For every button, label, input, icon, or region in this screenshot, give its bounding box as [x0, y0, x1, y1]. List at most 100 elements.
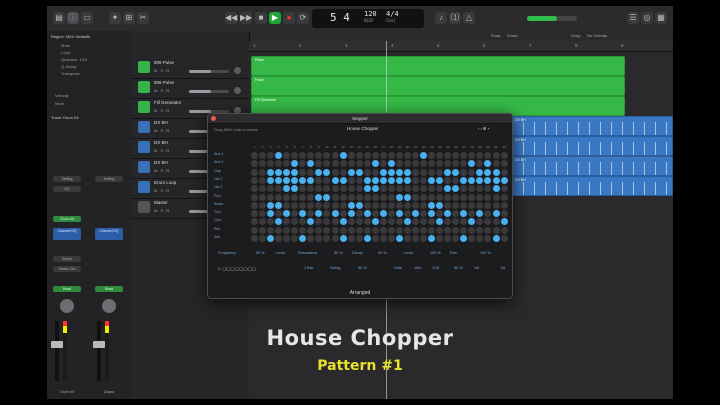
step-cell[interactable] — [339, 176, 347, 184]
step-cell[interactable] — [468, 185, 476, 193]
step-cell[interactable] — [371, 226, 379, 234]
notes-icon[interactable]: ☰ — [627, 12, 639, 24]
pattern-name[interactable]: House Chopper — [347, 126, 379, 131]
step-cell[interactable] — [412, 226, 419, 234]
step-param[interactable]: Decay — [352, 251, 363, 255]
play-button[interactable]: ▶ — [269, 12, 281, 24]
step-cell[interactable] — [436, 160, 444, 168]
step-grid[interactable]: 1 2 3 4 5 6 7 8 9 10 11 12 13 14 15 16 17 18 19 20 21 22 23 24 2… — [211, 145, 508, 244]
step-cell[interactable] — [484, 185, 492, 193]
step-cell[interactable] — [420, 226, 428, 234]
step-cell[interactable] — [323, 210, 331, 218]
step-cell[interactable] — [387, 218, 395, 226]
step-cell[interactable] — [347, 235, 355, 242]
step-cell[interactable] — [452, 235, 460, 242]
step-cell[interactable] — [395, 176, 403, 184]
step-cell[interactable] — [307, 235, 315, 242]
step-cell[interactable] — [307, 152, 315, 159]
step-cell[interactable] — [251, 201, 258, 209]
step-cell[interactable] — [412, 160, 419, 168]
step-cell[interactable] — [468, 218, 476, 226]
step-cell[interactable] — [251, 160, 258, 168]
step-param[interactable]: 50 % — [256, 251, 265, 255]
step-cell[interactable] — [420, 160, 428, 168]
step-cell[interactable] — [315, 193, 323, 201]
step-cell[interactable] — [492, 218, 500, 226]
step-cell[interactable] — [299, 226, 307, 234]
step-cell[interactable] — [412, 210, 419, 218]
step-cell[interactable] — [492, 168, 500, 176]
step-cell[interactable] — [387, 201, 395, 209]
step-cell[interactable] — [315, 160, 323, 168]
mute-solo-buttons[interactable]: M S R — [154, 88, 170, 93]
step-cell[interactable] — [315, 235, 323, 242]
step-cell[interactable] — [500, 226, 508, 234]
step-cell[interactable] — [347, 210, 355, 218]
step-cell[interactable] — [395, 210, 403, 218]
step-cell[interactable] — [379, 210, 387, 218]
step-cell[interactable] — [460, 218, 468, 226]
step-param[interactable]: 100 % — [430, 251, 441, 255]
step-cell[interactable] — [363, 185, 371, 193]
step-cell[interactable] — [420, 185, 428, 193]
step-cell[interactable] — [267, 160, 275, 168]
step-cell[interactable] — [283, 193, 291, 201]
step-cell[interactable] — [484, 201, 492, 209]
step-row-label[interactable]: Kick 1 — [214, 152, 244, 156]
step-cell[interactable] — [267, 185, 275, 193]
step-cell[interactable] — [420, 176, 428, 184]
step-cell[interactable] — [275, 210, 283, 218]
ruler[interactable]: 1 2 3 4 5 6 7 8 9 — [249, 41, 673, 52]
step-cell[interactable] — [283, 160, 291, 168]
editor-icon[interactable]: ✂ — [137, 12, 149, 24]
step-cell[interactable] — [347, 218, 355, 226]
step-cell[interactable] — [331, 152, 339, 159]
step-cell[interactable] — [363, 176, 371, 184]
step-cell[interactable] — [387, 226, 395, 234]
step-cell[interactable] — [420, 201, 428, 209]
step-cell[interactable] — [476, 185, 484, 193]
step-row-label[interactable]: Tom — [214, 210, 244, 214]
step-cell[interactable] — [331, 201, 339, 209]
step-cell[interactable] — [371, 176, 379, 184]
pattern-param[interactable]: 50 % — [454, 266, 463, 270]
step-cell[interactable] — [468, 176, 476, 184]
step-cell[interactable] — [323, 176, 331, 184]
step-cell[interactable] — [283, 176, 291, 184]
step-cell[interactable] — [323, 226, 331, 234]
pattern-param[interactable]: 1/8 — [500, 266, 505, 270]
step-cell[interactable] — [379, 160, 387, 168]
step-cell[interactable] — [452, 185, 460, 193]
step-cell[interactable] — [468, 201, 476, 209]
step-cell[interactable] — [251, 185, 258, 193]
step-cell[interactable] — [339, 152, 347, 159]
step-cell[interactable] — [395, 226, 403, 234]
step-cell[interactable] — [420, 218, 428, 226]
step-cell[interactable] — [403, 152, 411, 159]
step-cell[interactable] — [436, 218, 444, 226]
mute-solo-buttons[interactable]: M S R — [154, 208, 170, 213]
step-cell[interactable] — [299, 176, 307, 184]
step-cell[interactable] — [307, 218, 315, 226]
step-cell[interactable] — [355, 185, 363, 193]
step-cell[interactable] — [395, 201, 403, 209]
step-cell[interactable] — [315, 218, 323, 226]
step-cell[interactable] — [492, 176, 500, 184]
step-cell[interactable] — [460, 152, 468, 159]
step-cell[interactable] — [484, 176, 492, 184]
step-cell[interactable] — [291, 226, 299, 234]
step-cell[interactable] — [436, 235, 444, 242]
step-cell[interactable] — [275, 218, 283, 226]
step-cell[interactable] — [476, 193, 484, 201]
pan-knob[interactable] — [101, 298, 117, 314]
browser-icon[interactable]: ▦ — [655, 12, 667, 24]
step-cell[interactable] — [379, 176, 387, 184]
step-cell[interactable] — [371, 210, 379, 218]
step-cell[interactable] — [339, 201, 347, 209]
step-cell[interactable] — [323, 218, 331, 226]
step-cell[interactable] — [363, 193, 371, 201]
step-cell[interactable] — [307, 160, 315, 168]
step-cell[interactable] — [484, 210, 492, 218]
step-row-label[interactable]: Perc — [214, 194, 244, 198]
mute-solo-buttons[interactable]: M S R — [154, 188, 170, 193]
